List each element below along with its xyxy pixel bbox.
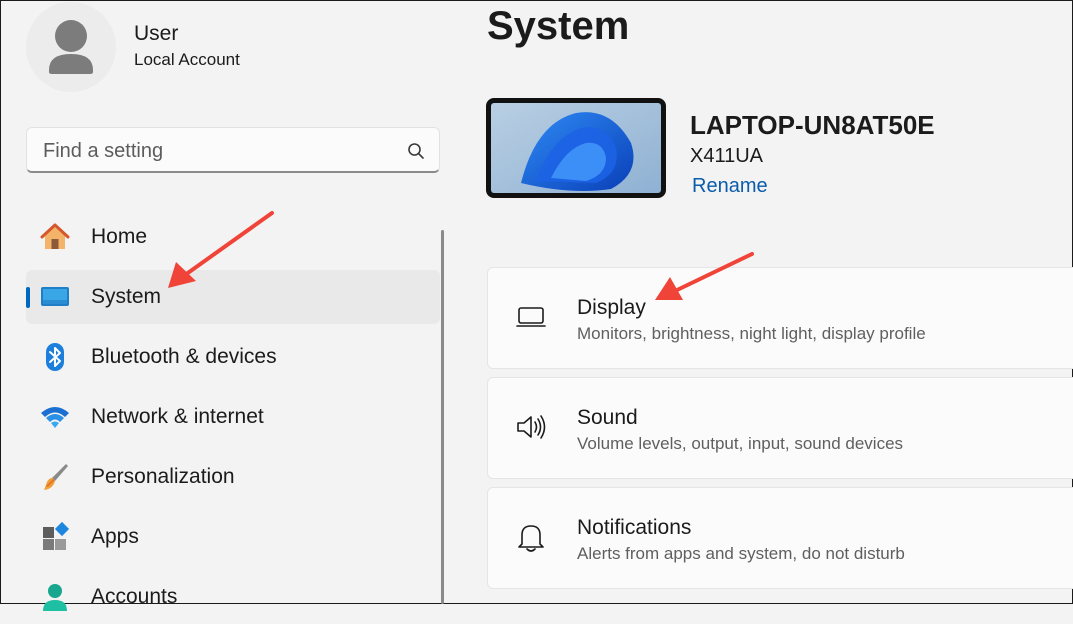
card-title: Display [577, 296, 646, 319]
sidebar-scrollbar[interactable] [441, 230, 444, 604]
sidebar-item-bluetooth-devices[interactable]: Bluetooth & devices [26, 330, 440, 384]
settings-card-display[interactable]: Display Monitors, brightness, night ligh… [487, 267, 1073, 369]
sidebar-item-label: Accounts [91, 585, 178, 608]
sidebar-item-label: Apps [91, 525, 139, 548]
card-title: Sound [577, 406, 638, 429]
settings-card-sound[interactable]: Sound Volume levels, output, input, soun… [487, 377, 1073, 479]
wallpaper-bloom-image [491, 103, 661, 193]
laptop-icon [516, 307, 546, 327]
sidebar-item-system[interactable]: System [26, 270, 440, 324]
selected-indicator [26, 287, 30, 308]
sidebar-item-network-internet[interactable]: Network & internet [26, 390, 440, 444]
sidebar-item-label: Home [91, 225, 148, 248]
wifi-icon [41, 407, 69, 428]
card-title: Notifications [577, 516, 692, 539]
apps-icon [43, 521, 70, 550]
sidebar-item-label: Network & internet [91, 405, 264, 428]
settings-card-notifications[interactable]: Notifications Alerts from apps and syste… [487, 487, 1073, 589]
bluetooth-icon [46, 343, 64, 371]
card-subtitle: Monitors, brightness, night light, displ… [577, 324, 926, 343]
paintbrush-icon [44, 464, 68, 490]
rename-link[interactable]: Rename [692, 175, 768, 198]
sidebar-item-label: Personalization [91, 465, 235, 488]
user-name: User [134, 22, 179, 45]
user-avatar-icon [49, 20, 93, 74]
sidebar-item-personalization[interactable]: Personalization [26, 450, 440, 504]
avatar[interactable] [26, 2, 116, 92]
sidebar-item-apps[interactable]: Apps [26, 510, 440, 564]
card-subtitle: Alerts from apps and system, do not dist… [577, 544, 905, 563]
search-input[interactable] [41, 136, 395, 166]
speaker-icon [517, 415, 546, 439]
sidebar-item-home[interactable]: Home [26, 210, 440, 264]
card-subtitle: Volume levels, output, input, sound devi… [577, 434, 904, 453]
device-name: LAPTOP-UN8AT50E [690, 110, 935, 140]
home-icon [40, 223, 70, 249]
sidebar-item-accounts[interactable]: Accounts [26, 570, 440, 624]
accounts-icon [43, 584, 67, 611]
system-display-icon [41, 287, 69, 306]
account-type: Local Account [134, 50, 240, 69]
bell-icon [518, 525, 544, 552]
sidebar-item-label: System [91, 285, 162, 308]
search-icon[interactable] [407, 142, 425, 160]
page-title: System [487, 4, 630, 48]
device-model: X411UA [690, 145, 764, 167]
search-box[interactable] [26, 127, 440, 173]
device-thumbnail [486, 98, 666, 198]
sidebar-item-label: Bluetooth & devices [91, 345, 277, 368]
